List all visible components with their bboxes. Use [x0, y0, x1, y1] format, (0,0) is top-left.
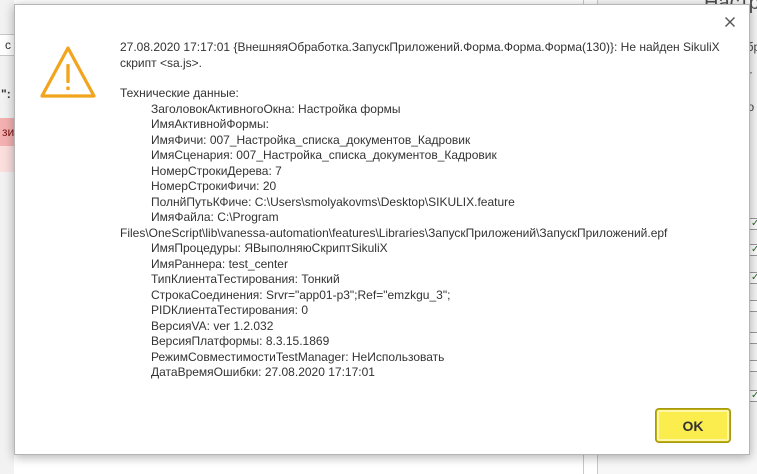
background-left-panel	[0, 0, 14, 474]
tech-line: ИмяСценария: 007_Настройка_списка_докуме…	[151, 148, 497, 162]
error-message: 27.08.2020 17:17:01 {ВнешняяОбработка.За…	[120, 40, 720, 381]
tech-line: ПолнйПутьКФиче: C:\Users\smolyakovms\Des…	[151, 194, 515, 209]
tech-line: ИмяФичи: 007_Настройка_списка_документов…	[151, 132, 471, 147]
ok-button[interactable]: OK	[656, 409, 730, 442]
tech-line: ВерсияVA: ver 1.2.032	[151, 318, 274, 333]
error-header-text: 27.08.2020 17:17:01 {ВнешняяОбработка.За…	[120, 40, 720, 70]
close-button[interactable]	[721, 13, 739, 31]
tech-line: Files\OneScript\lib\vanessa-automation\f…	[120, 225, 668, 240]
background-checkbox[interactable]	[749, 300, 757, 312]
background-checkbox[interactable]: ✓	[749, 390, 757, 402]
tech-line: ИмяРаннера: test_center	[151, 256, 288, 271]
tech-line: РежимСовместимостиTestManager: НеИспольз…	[151, 349, 445, 364]
tech-line: ИмяПроцедуры: ЯВыполняюСкриптSikuliX	[151, 241, 388, 255]
background-checkbox[interactable]: ✓	[749, 272, 757, 284]
technical-data-title: Технические данные:	[120, 86, 239, 100]
background-error-row[interactable]: зи	[0, 118, 14, 146]
tech-line: ИмяАктивнойФормы:	[151, 117, 270, 131]
background-checkbox[interactable]: ✓	[749, 244, 757, 256]
warning-icon	[37, 41, 99, 103]
close-icon	[725, 17, 735, 27]
error-dialog: 27.08.2020 17:17:01 {ВнешняяОбработка.За…	[14, 4, 750, 455]
tech-line: СтрокаСоединения: Srvr="app01-p3";Ref="e…	[151, 287, 451, 302]
tech-line: ВерсияПлатформы: 8.3.15.1869	[151, 334, 330, 348]
background-checkbox[interactable]	[749, 332, 757, 344]
tech-line: PIDКлиентаТестирования: 0	[151, 303, 308, 317]
background-search-input[interactable]: с	[0, 34, 14, 56]
tech-line: ТипКлиентаТестирования: Тонкий	[151, 272, 340, 286]
background-checkbox[interactable]: ✓	[749, 218, 757, 230]
background-highlight-row[interactable]	[0, 146, 14, 172]
tech-line: НомерСтрокиФичи: 20	[151, 179, 277, 193]
tech-line: ИмяФайла: C:\Program	[151, 210, 279, 224]
background-list-text: ":	[1, 87, 11, 101]
tech-line: НомерСтрокиДерева: 7	[151, 163, 282, 178]
background-checkbox[interactable]	[749, 360, 757, 372]
tech-line: ДатаВремяОшибки: 27.08.2020 17:17:01	[151, 365, 375, 379]
tech-line: ЗаголовокАктивногоОкна: Настройка формы	[151, 101, 401, 116]
